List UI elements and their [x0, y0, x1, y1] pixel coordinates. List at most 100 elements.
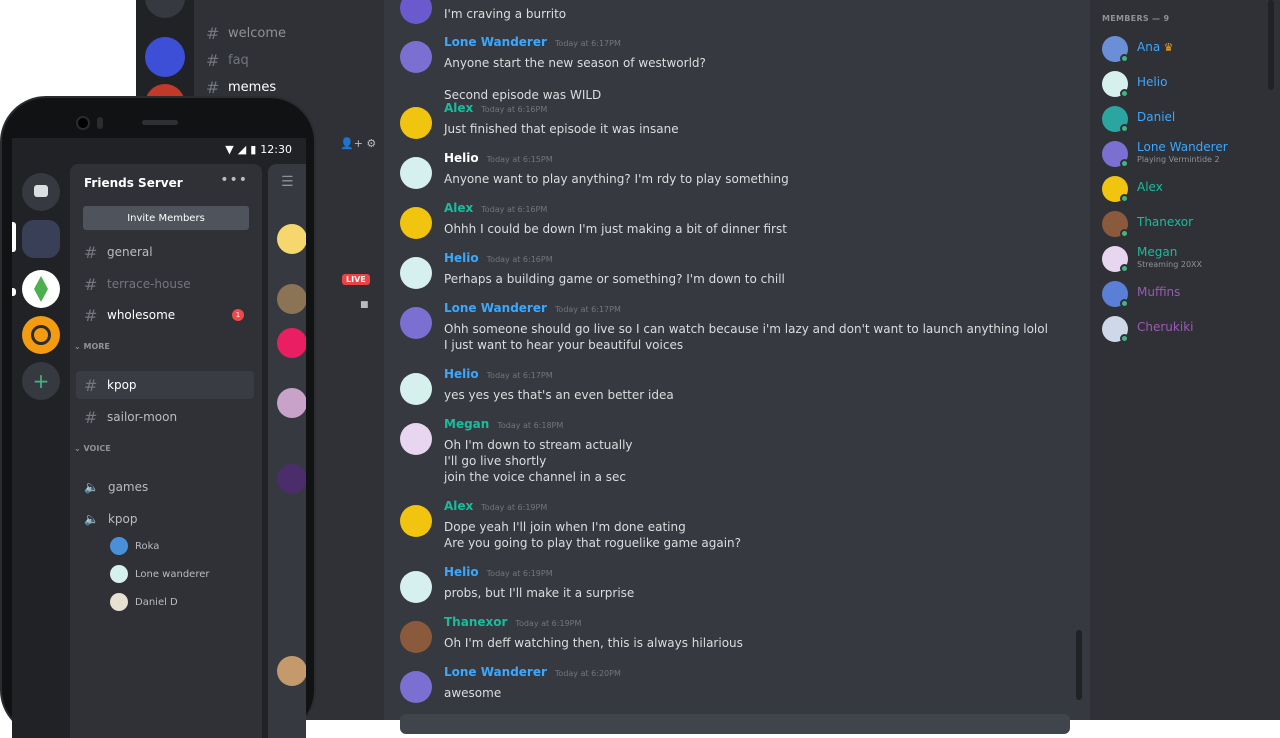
message-header: Lone Wanderer Today at 6:17PM	[444, 35, 1044, 55]
message-timestamp: Today at 6:16PM	[486, 255, 553, 264]
member-item[interactable]: Ana ♛	[1102, 34, 1272, 64]
message-timestamp: Today at 6:17PM	[554, 39, 621, 48]
avatar[interactable]	[400, 373, 432, 405]
message-body: Thanexor Today at 6:19PM Oh I'm deff watch…	[444, 615, 1044, 651]
server-icon[interactable]	[145, 0, 185, 18]
voice-user[interactable]: Daniel D	[110, 591, 178, 613]
avatar[interactable]	[400, 207, 432, 239]
avatar[interactable]	[400, 571, 432, 603]
message-author[interactable]: Alex	[444, 101, 473, 115]
server-indicator	[12, 288, 16, 296]
message-text: awesome	[444, 686, 502, 700]
chevron-down-icon: ⌄	[74, 342, 84, 351]
channel-label: kpop	[107, 378, 137, 392]
avatar[interactable]	[400, 671, 432, 703]
phone-frame: ▼ ◢ ▮ 12:30 + Friends Server ••• Invite …	[0, 96, 316, 738]
message-author[interactable]: Alex	[444, 499, 473, 513]
member-item[interactable]: Thanexor	[1102, 209, 1272, 239]
member-item[interactable]: Megan Streaming 20XX	[1102, 244, 1272, 274]
message-timestamp: Today at 6:17PM	[554, 305, 621, 314]
add-server-button[interactable]: +	[22, 362, 60, 400]
message-author[interactable]: Megan	[444, 417, 489, 431]
avatar[interactable]	[277, 388, 306, 418]
member-item[interactable]: Helio	[1102, 69, 1272, 99]
message-text: Anyone want to play anything? I'm rdy to…	[444, 172, 789, 186]
message-header: Thanexor Today at 6:19PM	[444, 615, 1044, 635]
message-author[interactable]: Helio	[444, 251, 479, 265]
channel-label: games	[107, 480, 149, 494]
avatar[interactable]	[400, 307, 432, 339]
message-header: Alex Today at 6:19PM	[444, 499, 1044, 519]
message-timestamp: Today at 6:16PM	[481, 105, 548, 114]
message-author[interactable]: Lone Wanderer	[444, 665, 547, 679]
member-item[interactable]: Muffins	[1102, 279, 1272, 309]
member-list: MEMBERS — 9 Ana ♛ Helio Daniel Lone Wandere…	[1090, 0, 1280, 720]
avatar[interactable]	[400, 257, 432, 289]
member-item[interactable]: Daniel	[1102, 104, 1272, 134]
hash-icon: #	[206, 77, 220, 97]
server-icon-hazard[interactable]	[22, 316, 60, 354]
server-icon-bunny[interactable]	[145, 37, 185, 77]
avatar[interactable]	[400, 423, 432, 455]
message-timestamp: Today at 6:19PM	[481, 503, 548, 512]
message-timestamp: Today at 6:15PM	[486, 155, 553, 164]
message-timestamp: Today at 6:18PM	[497, 421, 564, 430]
channel-terrace-house[interactable]: # terrace-house	[76, 270, 254, 298]
message-author[interactable]: Helio	[444, 565, 479, 579]
avatar[interactable]	[277, 224, 306, 254]
avatar[interactable]	[277, 328, 306, 358]
avatar[interactable]	[277, 656, 306, 686]
member-item[interactable]: Lone Wanderer Playing Vermintide 2	[1102, 139, 1272, 169]
avatar[interactable]	[400, 621, 432, 653]
message-body: Helio Today at 6:19PM probs, but I'll make…	[444, 565, 1044, 601]
channel-wholesome[interactable]: # wholesome 1	[76, 301, 254, 329]
message-author[interactable]: Lone Wanderer	[444, 301, 547, 315]
hash-icon: #	[84, 305, 98, 325]
avatar[interactable]	[400, 505, 432, 537]
category-voice[interactable]: ⌄ VOICE	[74, 444, 111, 453]
channel-sailor-moon[interactable]: # sailor-moon	[76, 403, 254, 431]
add-member-icon[interactable]: 👤+ ⚙	[340, 137, 376, 150]
server-name[interactable]: Friends Server	[84, 176, 183, 190]
message-timestamp: Today at 6:17PM	[486, 371, 553, 380]
avatar[interactable]	[400, 107, 432, 139]
message-author[interactable]: Helio	[444, 367, 479, 381]
voice-user[interactable]: Lone wanderer	[110, 563, 209, 585]
hamburger-menu-icon[interactable]: ☰	[281, 174, 294, 190]
category-more[interactable]: ⌄ MORE	[74, 342, 110, 351]
message-author[interactable]: Thanexor	[444, 615, 507, 629]
chat-scrollbar[interactable]	[1076, 630, 1082, 700]
member-scrollbar[interactable]	[1268, 0, 1274, 90]
channel-kpop[interactable]: # kpop	[76, 371, 254, 399]
avatar[interactable]	[400, 41, 432, 73]
voice-channel-kpop[interactable]: 🔈 kpop	[76, 505, 254, 533]
online-status-dot	[1120, 229, 1129, 238]
channel-general[interactable]: # general	[76, 238, 254, 266]
message-body: I'm craving a burrito	[444, 0, 1044, 22]
member-item[interactable]: Alex	[1102, 174, 1272, 204]
direct-messages-icon[interactable]	[22, 173, 60, 211]
avatar[interactable]	[277, 464, 306, 494]
hash-icon: #	[84, 375, 98, 395]
avatar[interactable]	[400, 0, 432, 24]
member-item[interactable]: Cherukiki	[1102, 314, 1272, 344]
invite-members-button[interactable]: Invite Members	[83, 206, 249, 230]
message-body: Lone Wanderer Today at 6:20PM awesome	[444, 665, 1044, 701]
server-icon-sims[interactable]	[22, 270, 60, 308]
message-author[interactable]: Helio	[444, 151, 479, 165]
avatar[interactable]	[277, 284, 306, 314]
channel-welcome[interactable]: # welcome	[206, 22, 286, 44]
message-text: yes yes yes that's an even better idea	[444, 388, 674, 402]
server-icon-friends[interactable]	[22, 220, 60, 258]
voice-channel-games[interactable]: 🔈 games	[76, 473, 254, 501]
channel-memes[interactable]: # memes	[206, 76, 276, 98]
channel-faq[interactable]: # faq	[206, 49, 249, 71]
more-options-icon[interactable]: •••	[220, 172, 248, 188]
message-input[interactable]	[400, 714, 1070, 734]
avatar[interactable]	[400, 157, 432, 189]
message-author[interactable]: Alex	[444, 201, 473, 215]
unread-badge: 1	[232, 309, 244, 321]
camera-lens	[76, 116, 90, 130]
voice-user[interactable]: Roka	[110, 535, 159, 557]
message-author[interactable]: Lone Wanderer	[444, 35, 547, 49]
